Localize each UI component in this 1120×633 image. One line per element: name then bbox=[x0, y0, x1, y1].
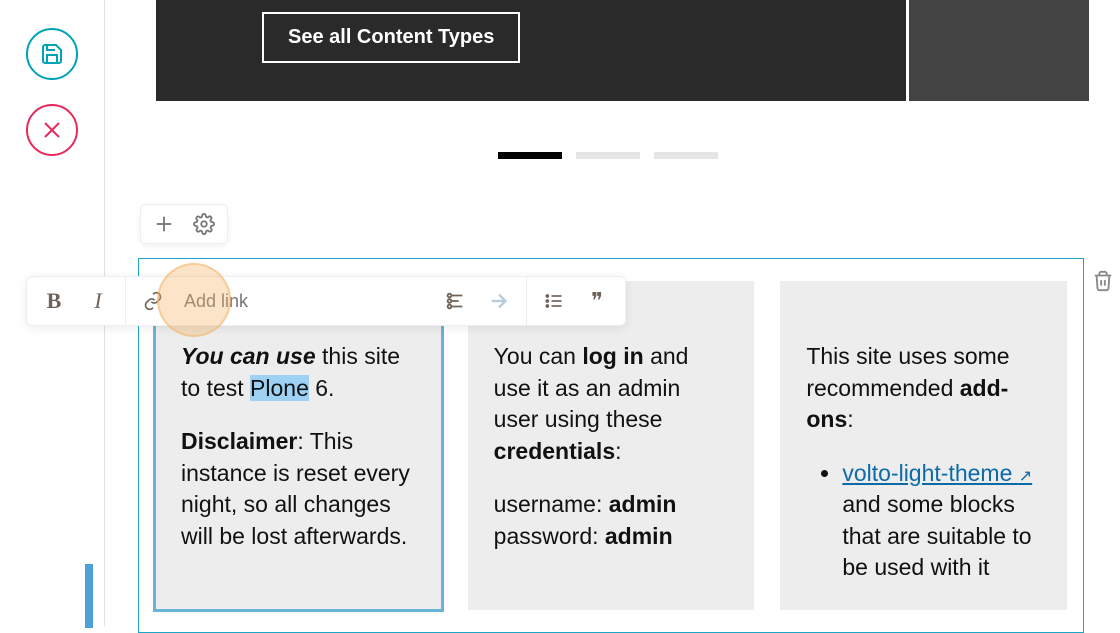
text-bold: log in bbox=[582, 343, 643, 369]
hero-side-panel bbox=[909, 0, 1089, 101]
save-button[interactable] bbox=[26, 28, 78, 80]
block-settings-button[interactable] bbox=[193, 213, 215, 235]
pager-dot-3[interactable] bbox=[654, 152, 718, 159]
submit-link-button[interactable] bbox=[486, 288, 512, 314]
see-all-content-types-button[interactable]: See all Content Types bbox=[262, 12, 520, 63]
link-url-input[interactable] bbox=[184, 291, 424, 312]
toolbar-link-segment bbox=[125, 277, 526, 325]
text-bold: Disclaimer bbox=[181, 428, 297, 454]
text: password: bbox=[494, 523, 605, 549]
text-bold-italic: You can use bbox=[181, 343, 316, 369]
cancel-button[interactable] bbox=[26, 104, 78, 156]
delete-block-button[interactable] bbox=[1092, 270, 1114, 297]
pager-dot-2[interactable] bbox=[576, 152, 640, 159]
text: : bbox=[615, 438, 621, 464]
block-controls bbox=[140, 204, 228, 244]
bold-button[interactable]: B bbox=[41, 288, 67, 314]
col3-list[interactable]: volto-light-theme ↗ and some blocks that… bbox=[842, 458, 1041, 584]
text-bold: credentials bbox=[494, 438, 615, 464]
blockquote-button[interactable]: ❞ bbox=[585, 288, 611, 314]
link-icon[interactable] bbox=[140, 288, 166, 314]
add-block-button[interactable] bbox=[153, 213, 175, 235]
hero-banner: See all Content Types bbox=[156, 0, 906, 101]
col2-paragraph-1[interactable]: You can log in and use it as an admin us… bbox=[494, 341, 729, 467]
pager-dot-1[interactable] bbox=[498, 152, 562, 159]
col3-paragraph-1[interactable]: This site uses some recommended add-ons: bbox=[806, 341, 1041, 436]
external-link-icon: ↗ bbox=[1019, 468, 1032, 485]
carousel-pager bbox=[498, 152, 718, 159]
link-toolbar: B I bbox=[26, 276, 626, 326]
italic-button[interactable]: I bbox=[85, 288, 111, 314]
highlighted-text: Plone bbox=[250, 375, 309, 401]
text: : bbox=[847, 406, 853, 432]
col2-credentials[interactable]: username: admin password: admin bbox=[494, 489, 729, 552]
col1-paragraph-1[interactable]: You can use this site to test Plone 6. bbox=[181, 341, 416, 404]
list-item[interactable]: volto-light-theme ↗ and some blocks that… bbox=[842, 458, 1041, 584]
text-bold: admin bbox=[605, 523, 673, 549]
text-bold: admin bbox=[609, 491, 677, 517]
object-browser-button[interactable] bbox=[442, 288, 468, 314]
block-vertical-indicator bbox=[85, 564, 93, 628]
text: and some blocks that are suitable to be … bbox=[842, 491, 1031, 580]
grid-column-2[interactable]: You can log in and use it as an admin us… bbox=[468, 281, 755, 610]
text: username: bbox=[494, 491, 609, 517]
grid-column-1[interactable]: You can use this site to test Plone 6. D… bbox=[155, 281, 442, 610]
text: 6. bbox=[309, 375, 335, 401]
toolbar-list-segment: ❞ bbox=[526, 277, 625, 325]
toolbar-format-segment: B I bbox=[27, 277, 125, 325]
col1-paragraph-2[interactable]: Disclaimer: This instance is reset every… bbox=[181, 426, 416, 552]
text: You can bbox=[494, 343, 583, 369]
bullet-list-button[interactable] bbox=[541, 288, 567, 314]
volto-light-theme-link[interactable]: volto-light-theme ↗ bbox=[842, 460, 1032, 486]
grid-column-3[interactable]: This site uses some recommended add-ons:… bbox=[780, 281, 1067, 610]
